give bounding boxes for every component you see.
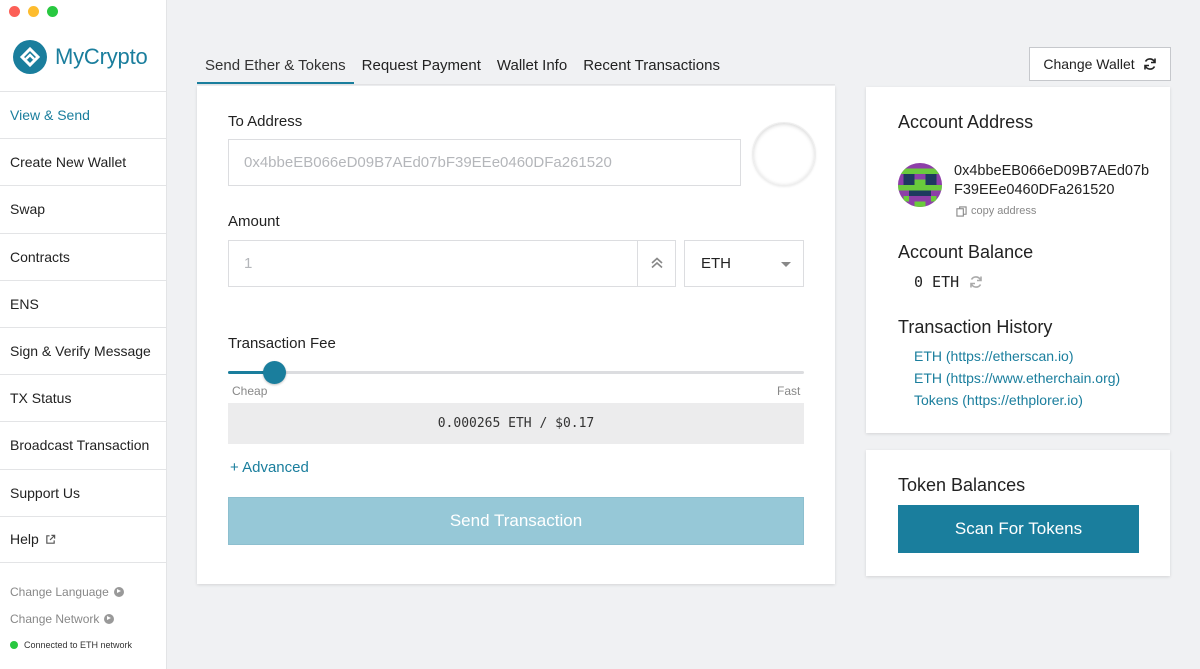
app-logo[interactable]: MyCrypto	[13, 40, 148, 74]
fee-label: Transaction Fee	[228, 335, 336, 352]
refresh-balance-icon[interactable]	[969, 275, 983, 289]
status-dot-icon	[10, 641, 18, 649]
copy-address-label: copy address	[971, 205, 1037, 217]
fee-value-display: 0.000265 ETH / $0.17	[228, 403, 804, 444]
sidebar-item-broadcast[interactable]: Broadcast Transaction	[0, 421, 166, 468]
sidebar-item-label: TX Status	[10, 390, 72, 407]
fee-slider[interactable]	[228, 361, 804, 384]
sidebar-item-tx-status[interactable]: TX Status	[0, 374, 166, 421]
sidebar-footer: Change Language Change Network	[10, 578, 124, 632]
double-chevron-up-icon	[650, 257, 663, 269]
sidebar-item-create-wallet[interactable]: Create New Wallet	[0, 138, 166, 185]
sidebar: MyCrypto View & Send Create New Wallet S…	[0, 0, 167, 669]
to-address-input[interactable]: 0x4bbeEB066eD09B7AEd07bF39EEe0460DFa2615…	[228, 139, 741, 186]
tab-request-payment[interactable]: Request Payment	[354, 52, 489, 84]
change-wallet-button[interactable]: Change Wallet	[1029, 47, 1171, 81]
copy-icon	[956, 205, 967, 217]
send-panel: To Address 0x4bbeEB066eD09B7AEd07bF39EEe…	[197, 86, 835, 584]
refresh-icon	[1143, 58, 1156, 70]
unit-selected-label: ETH	[701, 255, 731, 272]
change-wallet-label: Change Wallet	[1043, 56, 1135, 72]
address-identicon-placeholder	[752, 122, 816, 186]
sidebar-item-swap[interactable]: Swap	[0, 185, 166, 232]
to-address-label: To Address	[228, 113, 303, 130]
minimize-window-button[interactable]	[28, 6, 39, 17]
history-link-etherscan[interactable]: ETH (https://etherscan.io)	[914, 348, 1074, 364]
change-network-label: Change Network	[10, 611, 100, 626]
sidebar-item-label: Support Us	[10, 484, 81, 501]
scan-for-tokens-button[interactable]: Scan For Tokens	[898, 505, 1139, 553]
amount-label: Amount	[228, 213, 280, 230]
token-balances-card: Token Balances Scan For Tokens	[866, 450, 1170, 576]
sidebar-item-support[interactable]: Support Us	[0, 468, 166, 516]
fee-value: 0.000265 ETH / $0.17	[437, 416, 595, 431]
change-network-link[interactable]: Change Network	[10, 605, 124, 632]
sidebar-item-sign-verify[interactable]: Sign & Verify Message	[0, 326, 166, 374]
account-address-value: 0x4bbeEB066eD09B7AEd07bF39EEe0460DFa2615…	[954, 163, 1150, 198]
account-balance-value: 0 ETH	[914, 273, 960, 291]
sidebar-item-label: ENS	[10, 295, 39, 312]
change-language-link[interactable]: Change Language	[10, 578, 124, 605]
amount-placeholder: 1	[244, 255, 253, 272]
sidebar-nav: View & Send Create New Wallet Swap Contr…	[0, 91, 166, 563]
account-address-title: Account Address	[898, 112, 1034, 132]
sidebar-item-label: Sign & Verify Message	[10, 343, 151, 360]
tab-wallet-info[interactable]: Wallet Info	[489, 52, 575, 84]
send-transaction-button[interactable]: Send Transaction	[228, 497, 804, 545]
history-link-etherchain[interactable]: ETH (https://www.etherchain.org)	[914, 370, 1120, 386]
change-language-label: Change Language	[10, 584, 109, 599]
copy-address-button[interactable]: copy address	[956, 205, 1036, 217]
sidebar-item-help[interactable]: Help	[0, 515, 166, 563]
chevron-down-icon	[781, 262, 791, 267]
sidebar-item-label: Contracts	[10, 248, 70, 265]
main-tabs: Send Ether & Tokens Request Payment Wall…	[197, 52, 728, 84]
to-address-placeholder: 0x4bbeEB066eD09B7AEd07bF39EEe0460DFa2615…	[244, 154, 612, 171]
history-link-ethplorer[interactable]: Tokens (https://ethplorer.io)	[914, 392, 1083, 408]
sidebar-item-label: Create New Wallet	[10, 154, 127, 171]
maximize-window-button[interactable]	[47, 6, 58, 17]
mycrypto-logo-icon	[13, 40, 47, 74]
fee-cheap-label: Cheap	[232, 384, 268, 398]
sidebar-item-contracts[interactable]: Contracts	[0, 232, 166, 280]
unit-select[interactable]: ETH	[684, 240, 804, 287]
advanced-toggle-link[interactable]: + Advanced	[230, 459, 309, 476]
amount-input[interactable]: 1	[228, 240, 676, 287]
sidebar-item-label: Broadcast Transaction	[10, 437, 150, 454]
account-balance: 0 ETH	[914, 273, 983, 291]
sidebar-item-view-send[interactable]: View & Send	[0, 91, 166, 138]
external-link-icon	[46, 534, 56, 544]
network-status: Connected to ETH network	[10, 640, 132, 650]
sidebar-item-ens[interactable]: ENS	[0, 279, 166, 327]
account-identicon-avatar	[898, 163, 942, 207]
send-transaction-label: Send Transaction	[449, 511, 583, 530]
close-window-button[interactable]	[9, 6, 20, 17]
network-status-label: Connected to ETH network	[24, 640, 133, 650]
send-everything-button[interactable]	[637, 240, 675, 286]
transaction-history-title: Transaction History	[898, 317, 1053, 337]
tab-recent-transactions[interactable]: Recent Transactions	[575, 52, 728, 84]
tab-divider	[197, 84, 835, 85]
app-name: MyCrypto	[55, 44, 148, 69]
window-controls	[9, 6, 58, 17]
account-balance-title: Account Balance	[898, 242, 1034, 262]
sidebar-item-label: View & Send	[10, 107, 90, 124]
arrow-right-circle-icon	[104, 613, 115, 624]
sidebar-item-label: Swap	[10, 201, 46, 218]
sidebar-item-label: Help	[10, 531, 39, 548]
account-card: Account Address 0x4bbeEB066eD09B7AEd07bF…	[866, 87, 1170, 433]
token-balances-title: Token Balances	[898, 475, 1026, 495]
fee-fast-label: Fast	[777, 384, 801, 398]
arrow-right-circle-icon	[113, 586, 124, 597]
fee-slider-thumb[interactable]	[263, 361, 286, 384]
scan-for-tokens-label: Scan For Tokens	[954, 519, 1083, 538]
tab-send[interactable]: Send Ether & Tokens	[197, 52, 354, 84]
